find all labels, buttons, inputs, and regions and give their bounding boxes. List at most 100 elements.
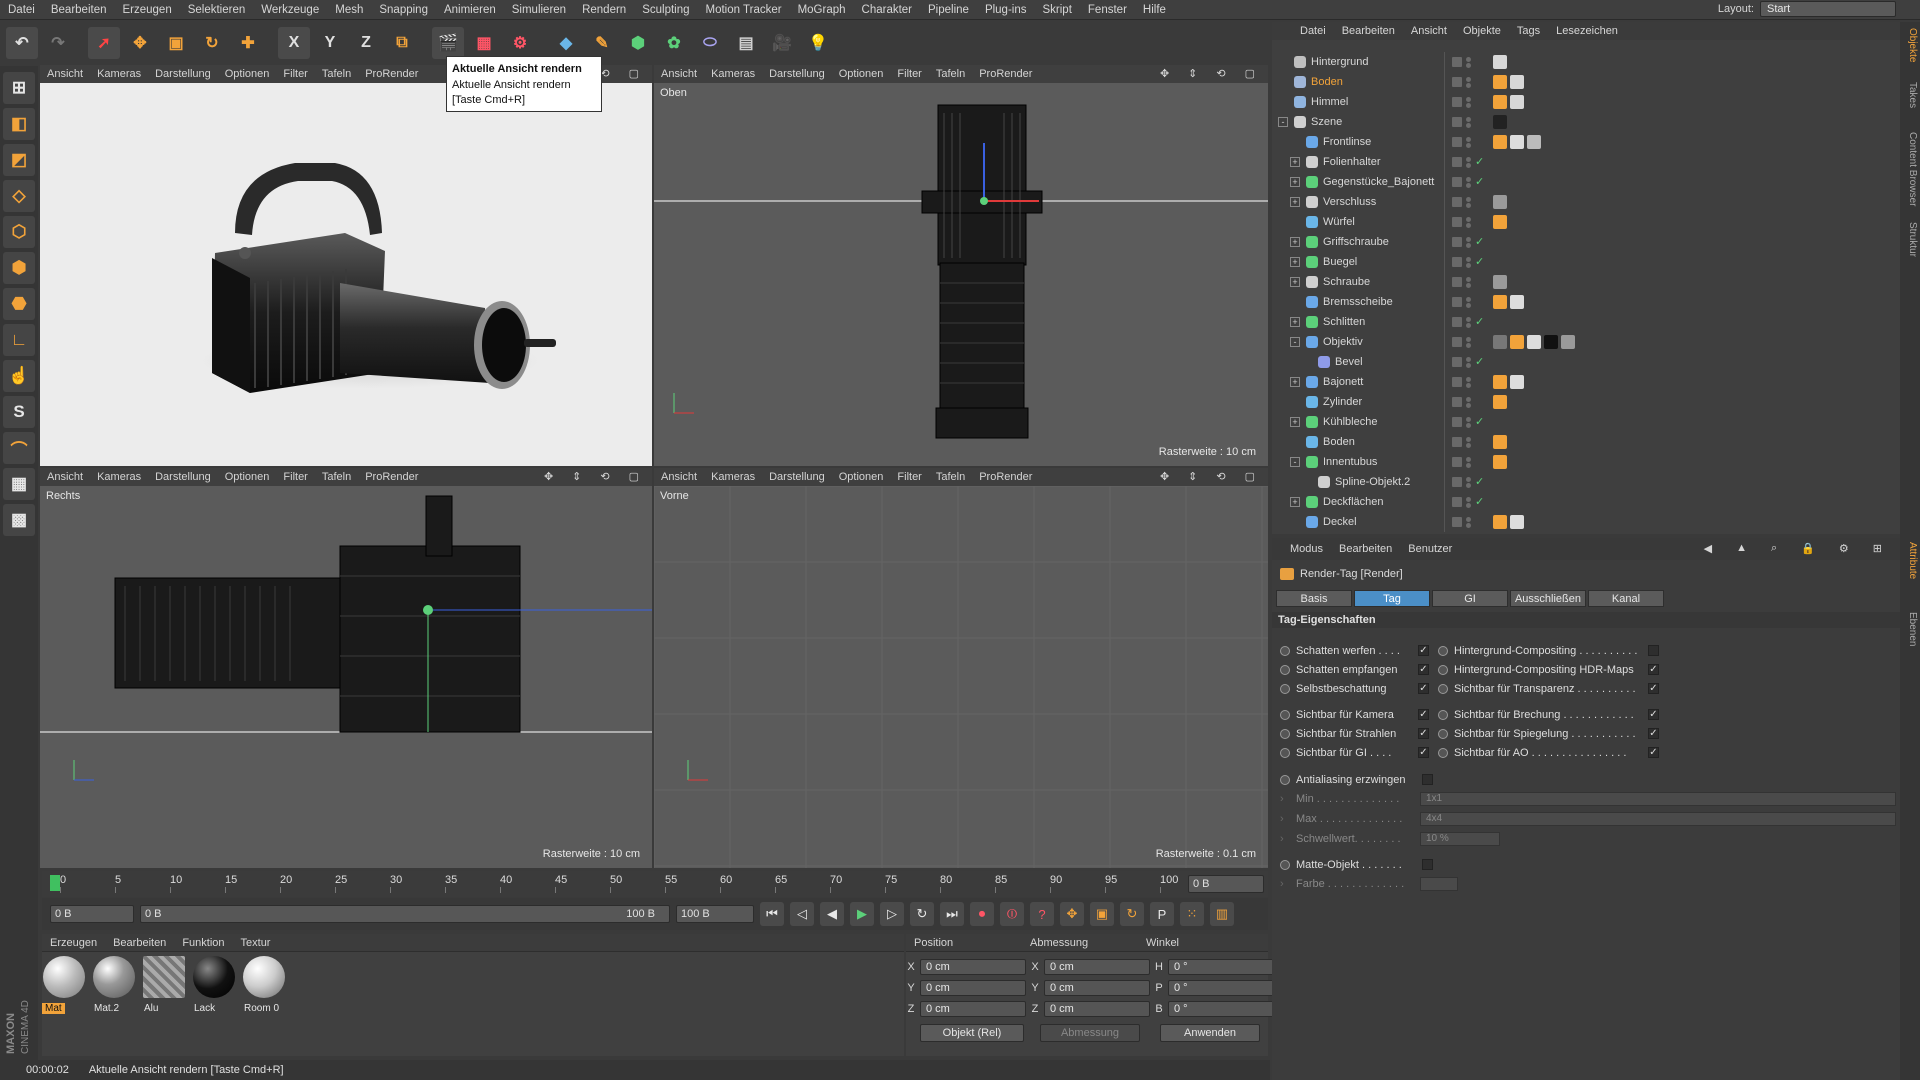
animate-radio-icon[interactable] xyxy=(1280,860,1290,870)
coordinate-system-icon[interactable]: ⧉ xyxy=(386,27,418,59)
object-row[interactable]: + Schlitten ✓ xyxy=(1272,312,1900,332)
axis-z-button[interactable]: Z xyxy=(350,27,382,59)
layer-icon[interactable] xyxy=(1452,457,1462,467)
layer-icon[interactable] xyxy=(1452,57,1462,67)
menu-bearbeiten[interactable]: Bearbeiten xyxy=(43,4,115,16)
layer-icon[interactable] xyxy=(1452,157,1462,167)
render-view-icon[interactable]: 🎬 xyxy=(432,27,464,59)
cube-icon[interactable]: ◆ xyxy=(550,27,582,59)
light-icon[interactable]: 💡 xyxy=(802,27,834,59)
enabled-check-icon[interactable]: ✓ xyxy=(1475,357,1484,368)
side-tab-objekte[interactable]: Objekte xyxy=(1902,28,1918,62)
object-tag-icon[interactable] xyxy=(1493,55,1507,69)
material-menu-funktion[interactable]: Funktion xyxy=(174,937,232,949)
start-frame-field[interactable]: 0 B xyxy=(50,905,134,923)
menu-erzeugen[interactable]: Erzeugen xyxy=(114,4,179,16)
enabled-check-icon[interactable]: ✓ xyxy=(1475,497,1484,508)
rotate-view-icon[interactable]: ⟲ xyxy=(1209,470,1232,483)
menu-sculpting[interactable]: Sculpting xyxy=(634,4,697,16)
object-row[interactable]: Spline-Objekt.2 ✓ xyxy=(1272,472,1900,492)
rotation-p-field[interactable]: 0 ° xyxy=(1168,980,1274,996)
viewport-menu-tafeln[interactable]: Tafeln xyxy=(929,68,972,80)
enabled-check-icon[interactable]: ✓ xyxy=(1475,257,1484,268)
menu-selektieren[interactable]: Selektieren xyxy=(180,4,254,16)
keyframe-selection-icon[interactable]: ? xyxy=(1030,902,1054,926)
subdivision-icon[interactable]: ⬢ xyxy=(622,27,654,59)
menu-snapping[interactable]: Snapping xyxy=(371,4,436,16)
enabled-check-icon[interactable]: ✓ xyxy=(1475,237,1484,248)
object-row[interactable]: + Schraube xyxy=(1272,272,1900,292)
menu-motion-tracker[interactable]: Motion Tracker xyxy=(698,4,790,16)
render-picture-viewer-icon[interactable]: ▦ xyxy=(468,27,500,59)
property-checkbox[interactable]: ✓ xyxy=(1418,747,1429,758)
add-tool-icon[interactable]: ✚ xyxy=(232,27,264,59)
enabled-check-icon[interactable]: ✓ xyxy=(1475,477,1484,488)
layer-icon[interactable] xyxy=(1452,117,1462,127)
snap-icon[interactable]: S xyxy=(3,396,35,428)
viewport-menu-kameras[interactable]: Kameras xyxy=(90,471,148,483)
animate-radio-icon[interactable] xyxy=(1280,748,1290,758)
expand-toggle-icon[interactable]: - xyxy=(1278,117,1288,127)
object-row[interactable]: + Kühlbleche ✓ xyxy=(1272,412,1900,432)
expand-toggle-icon[interactable]: + xyxy=(1290,197,1300,207)
object-row[interactable]: + Verschluss xyxy=(1272,192,1900,212)
layer-icon[interactable] xyxy=(1452,397,1462,407)
visibility-dots-icon[interactable] xyxy=(1466,336,1471,348)
object-tag-icon[interactable] xyxy=(1493,515,1507,529)
property-checkbox[interactable]: ✓ xyxy=(1418,709,1429,720)
toggle-view-icon[interactable]: ▢ xyxy=(1238,470,1262,483)
visibility-dots-icon[interactable] xyxy=(1466,196,1471,208)
axis-mode-icon[interactable]: ∟ xyxy=(3,324,35,356)
object-tag-icon[interactable] xyxy=(1493,75,1507,89)
tab-kanal[interactable]: Kanal xyxy=(1588,590,1664,607)
viewport-menu-ansicht[interactable]: Ansicht xyxy=(40,68,90,80)
render-settings-icon[interactable]: ⚙ xyxy=(504,27,536,59)
viewport-menu-darstellung[interactable]: Darstellung xyxy=(148,68,218,80)
size-mode-dropdown[interactable]: Abmessung xyxy=(1040,1024,1140,1042)
expand-toggle-icon[interactable]: + xyxy=(1290,497,1300,507)
position-x-field[interactable]: 0 cm xyxy=(920,959,1026,975)
timeline-ruler[interactable]: 0 5 10 15 20 25 30 35 40 45 50 55 60 65 70 75 80 85 90 95 10… xyxy=(42,871,1268,897)
object-tag-icon[interactable] xyxy=(1493,115,1507,129)
om-menu-bearbeiten[interactable]: Bearbeiten xyxy=(1334,25,1403,37)
settings-icon[interactable]: ⚙ xyxy=(1831,542,1857,555)
property-checkbox[interactable]: ✓ xyxy=(1418,683,1429,694)
viewport-menu-optionen[interactable]: Optionen xyxy=(832,471,891,483)
lock-icon[interactable]: 🔒 xyxy=(1793,542,1823,555)
position-z-field[interactable]: 0 cm xyxy=(920,1001,1026,1017)
expand-toggle-icon[interactable]: + xyxy=(1290,277,1300,287)
object-row[interactable]: - Innentubus xyxy=(1272,452,1900,472)
expand-toggle-icon[interactable]: + xyxy=(1290,237,1300,247)
viewport-menu-optionen[interactable]: Optionen xyxy=(832,68,891,80)
property-checkbox[interactable]: ✓ xyxy=(1648,709,1659,720)
visibility-dots-icon[interactable] xyxy=(1466,176,1471,188)
expand-toggle-icon[interactable]: + xyxy=(1290,417,1300,427)
back-arrow-icon[interactable]: ◀ xyxy=(1696,542,1720,555)
visibility-dots-icon[interactable] xyxy=(1466,116,1471,128)
viewport-menu-darstellung[interactable]: Darstellung xyxy=(762,471,832,483)
lock-workplane-icon[interactable]: ▩ xyxy=(3,504,35,536)
object-row[interactable]: + Buegel ✓ xyxy=(1272,252,1900,272)
object-tag-icon[interactable] xyxy=(1493,275,1507,289)
object-row[interactable]: Würfel xyxy=(1272,212,1900,232)
object-row[interactable]: + Bajonett xyxy=(1272,372,1900,392)
material-mat-2[interactable]: Mat.2 xyxy=(92,956,136,1014)
layer-icon[interactable] xyxy=(1452,297,1462,307)
move-view-icon[interactable]: ✥ xyxy=(1153,470,1176,483)
material-mat[interactable]: Mat xyxy=(42,956,86,1014)
viewport-menu-optionen[interactable]: Optionen xyxy=(218,471,277,483)
menu-werkzeuge[interactable]: Werkzeuge xyxy=(253,4,327,16)
key-position-icon[interactable]: ✥ xyxy=(1060,902,1084,926)
viewport-menu-filter[interactable]: Filter xyxy=(890,471,928,483)
enabled-check-icon[interactable]: ✓ xyxy=(1475,417,1484,428)
expand-toggle-icon[interactable]: + xyxy=(1290,177,1300,187)
next-frame-icon[interactable]: ▷ xyxy=(880,902,904,926)
property-checkbox[interactable]: ✓ xyxy=(1418,664,1429,675)
object-tag-icon[interactable] xyxy=(1493,335,1507,349)
antialiasing-checkbox[interactable] xyxy=(1422,774,1433,785)
viewport-right[interactable]: Ansicht Kameras Darstellung Optionen Filter T… xyxy=(40,468,652,868)
record-icon[interactable]: ⏺ xyxy=(970,902,994,926)
viewport-menu-tafeln[interactable]: Tafeln xyxy=(315,471,358,483)
viewport-menu-darstellung[interactable]: Darstellung xyxy=(762,68,832,80)
visibility-dots-icon[interactable] xyxy=(1466,96,1471,108)
